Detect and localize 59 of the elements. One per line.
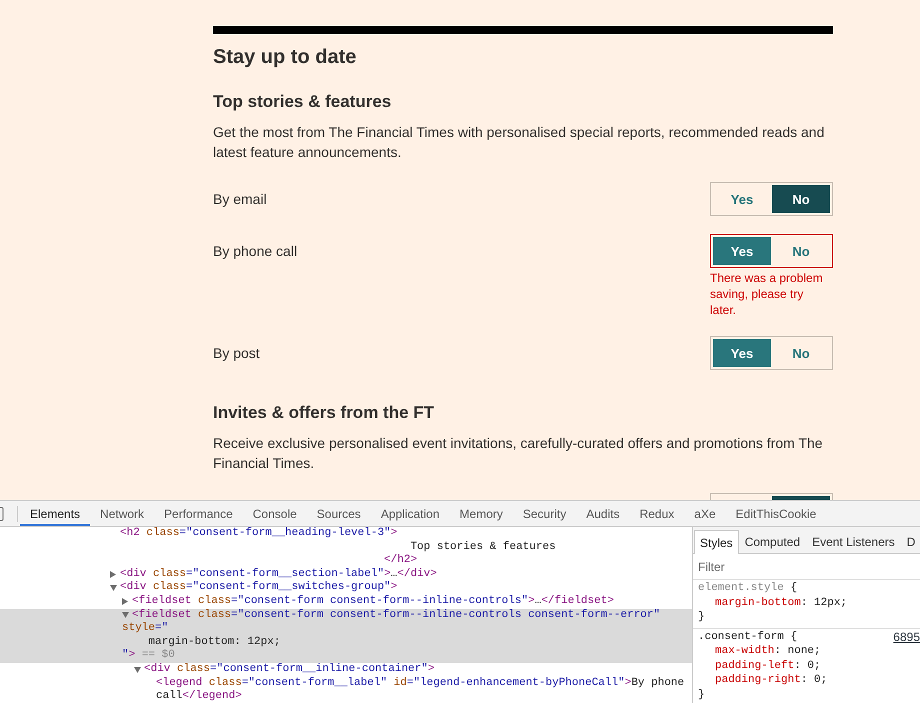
css-declaration[interactable]: padding-right: 0; [715, 674, 828, 686]
html-source-line[interactable]: <fieldset class="consent-form consent-form--inline-controls">…</fieldset> [132, 594, 614, 609]
html-source-line[interactable]: margin-bottom: 12px; [148, 636, 280, 650]
caret-down-icon[interactable] [110, 585, 117, 592]
sidebar-tab[interactable]: Event Listeners [806, 529, 901, 553]
css-brace: } [698, 688, 705, 700]
caret-right-icon[interactable] [110, 571, 116, 578]
channel-label: By post [213, 344, 260, 363]
html-source-line[interactable]: "> == $0 [122, 649, 175, 663]
html-source-line[interactable]: <div class="consent-form__inline-container"> [144, 662, 434, 677]
section-description: Get the most from The Financial Times with personalised special reports, recommended reads and latest feature announcements. [213, 123, 826, 162]
devtools-tab[interactable]: Audits [576, 501, 630, 526]
caret-down-icon[interactable] [134, 666, 141, 673]
devtools-tab[interactable]: Sources [306, 501, 371, 526]
sidebar-tab[interactable]: D [900, 529, 920, 553]
devtools-tab[interactable]: Redux [630, 501, 684, 526]
toggle-option[interactable]: No [772, 185, 830, 213]
channel-label: By email [213, 190, 267, 209]
html-source-line[interactable]: <div class="consent-form__switches-group"> [120, 581, 398, 595]
section-title: Invites & offers from the FT [213, 402, 436, 424]
css-declaration[interactable]: padding-left: 0; [715, 660, 821, 672]
toggle-option[interactable]: Yes [713, 339, 771, 367]
box-icon[interactable] [0, 506, 4, 520]
html-source-line[interactable]: Top stories & features [410, 540, 556, 554]
caret-down-icon[interactable] [122, 612, 129, 618]
html-source-line[interactable]: style=" [122, 622, 168, 636]
devtools-tab[interactable]: Application [370, 501, 450, 526]
toggle-option[interactable]: Yes [713, 237, 771, 265]
toggle-option[interactable]: No [772, 339, 830, 367]
html-source-line[interactable]: call</legend> [156, 690, 242, 703]
sidebar-tab[interactable]: Styles [694, 530, 739, 554]
devtools-tab[interactable]: Performance [154, 501, 243, 526]
css-selector: element.style { [697, 581, 798, 596]
source-link[interactable]: 6895 [893, 630, 920, 644]
css-declaration[interactable]: max-width: none; [715, 645, 821, 657]
channel-label: By phone call [213, 242, 298, 261]
html-source-line[interactable]: </h2> [384, 554, 418, 568]
html-source-line[interactable]: <div class="consent-form__section-label">…</div> [120, 568, 437, 582]
devtools-tab[interactable]: Security [512, 501, 576, 526]
css-declaration[interactable]: margin-bottom: 12px; [715, 596, 848, 608]
html-source-line[interactable]: <fieldset class="consent-form consent-form--inline-controls consent-form--error" [132, 608, 660, 622]
devtools-tab[interactable]: Elements [20, 501, 90, 526]
html-source-line[interactable]: <legend class="consent-form__label" id="legend-enhancement-byPhoneCall">By phone [156, 676, 684, 690]
css-brace: } [698, 611, 705, 623]
devtools-tab[interactable]: Memory [450, 501, 513, 526]
sidebar-tab[interactable]: Computed [738, 529, 806, 553]
toggle-option[interactable]: No [772, 237, 830, 265]
caret-right-icon[interactable] [122, 598, 128, 606]
section-title: Top stories & features [213, 91, 392, 113]
devtools-tab[interactable]: Console [242, 501, 307, 526]
devtools-tab[interactable]: Network [90, 501, 154, 526]
html-source-line[interactable]: <h2 class="consent-form__heading-level-3"> [120, 527, 398, 541]
page-heading: Stay up to date [213, 45, 358, 70]
toggle-option[interactable]: Yes [713, 185, 771, 213]
devtools-tab[interactable]: aXe [684, 501, 726, 526]
css-selector: .consent-form { [697, 630, 798, 644]
error-message: There was a problem saving, please try later. [710, 270, 824, 318]
devtools-tab[interactable]: EditThisCookie [726, 501, 826, 526]
section-description: Receive exclusive personalised event invitations, carefully-curated offers and promotions from The Financial Times. [213, 434, 824, 473]
